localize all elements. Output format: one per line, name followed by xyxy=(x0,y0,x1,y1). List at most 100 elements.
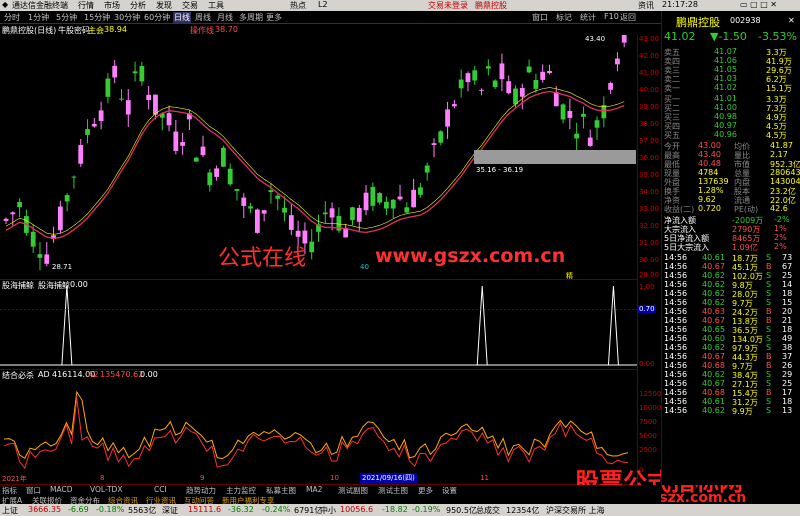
tick-side: B xyxy=(766,388,772,397)
tick-count: 67 xyxy=(782,262,793,271)
menu-redian[interactable]: 热点 xyxy=(290,0,306,11)
zx-pct: -0.19% xyxy=(412,505,441,514)
market-status-bar: 上证 3666.35 -6.69 -0.18% 5563亿 深证 15111.6… xyxy=(0,504,800,516)
menu-hangqing[interactable]: 行情 xyxy=(78,0,94,11)
combo-pane[interactable]: 结合必杀 AD 416114.00 A2 135470.62 0.00 2021… xyxy=(0,370,637,485)
flow-row[interactable]: 5日大宗流入 1.09亿 2% xyxy=(662,242,800,252)
period-daily[interactable]: 日线 xyxy=(173,12,191,23)
bid-price: 41.00 xyxy=(714,103,737,112)
price-axis: 43.00 42.00 41.00 40.00 39.00 38.00 37.0… xyxy=(637,35,661,280)
tick-side: S xyxy=(766,334,772,343)
window-controls[interactable]: ▭ ▢ □ ✕ xyxy=(740,0,777,9)
zx-amount: 950.5亿 xyxy=(446,506,477,515)
candle-body xyxy=(30,231,36,247)
menu-fenxi[interactable]: 分析 xyxy=(130,0,146,11)
tick-time: 14:56 xyxy=(664,406,688,415)
ask-vol: 15.1万 xyxy=(766,84,792,93)
stat-value: 137639 xyxy=(698,177,729,186)
tool-mark[interactable]: 标记 xyxy=(556,12,572,23)
period-30min[interactable]: 30分钟 xyxy=(114,12,140,23)
period-1min[interactable]: 1分钟 xyxy=(28,12,49,23)
candle-body xyxy=(17,201,22,208)
period-5min[interactable]: 5分钟 xyxy=(56,12,77,23)
period-60min[interactable]: 60分钟 xyxy=(144,12,170,23)
candle-body xyxy=(404,207,410,213)
tool-window[interactable]: 窗口 xyxy=(532,12,548,23)
period-fenshi[interactable]: 分时 xyxy=(4,12,20,23)
candle-body xyxy=(587,137,593,146)
candle-body xyxy=(431,143,437,145)
tick-time: 14:56 xyxy=(664,307,688,316)
candle-body xyxy=(166,113,172,126)
stat-row[interactable]: 收益(二) 0.720 PE(动) 42.6 xyxy=(662,204,800,214)
menu-gongju[interactable]: 工具 xyxy=(208,0,224,11)
sz-change: -36.32 xyxy=(228,505,254,514)
whale-spike xyxy=(61,285,73,366)
candle-body xyxy=(3,218,9,221)
axis-tick: 0.70 xyxy=(638,305,656,313)
period-monthly[interactable]: 月线 xyxy=(217,12,233,23)
candle-body xyxy=(513,88,518,105)
candle-body xyxy=(98,110,104,121)
indicator-tab[interactable]: MACD xyxy=(50,485,72,494)
sz-label[interactable]: 深证 xyxy=(162,505,178,516)
axis-tick: 40.00 xyxy=(639,86,660,94)
year-label: 2021年 xyxy=(2,475,27,483)
tool-f10[interactable]: F10 xyxy=(604,12,619,21)
a2-line xyxy=(3,397,629,470)
tick-side: S xyxy=(766,253,772,262)
tick-time: 14:56 xyxy=(664,352,688,361)
trade-status[interactable]: 交易未登录 xyxy=(428,0,468,11)
whale-pane[interactable]: 股海捕鲸 股海捕鲸 0.00 xyxy=(0,280,637,370)
tick-time: 14:56 xyxy=(664,379,688,388)
candle-body xyxy=(451,104,457,107)
tool-back[interactable]: 返回 xyxy=(620,12,636,23)
candle-body xyxy=(363,192,369,211)
candle-body xyxy=(261,210,267,214)
candle-body xyxy=(581,113,586,117)
high-label: 43.40 xyxy=(585,35,606,43)
period-15min[interactable]: 15分钟 xyxy=(84,12,110,23)
bid-row[interactable]: 买五 40.96 4.5万 xyxy=(662,130,800,140)
axis-tick: 5000 xyxy=(639,432,657,440)
ask-row[interactable]: 卖一 41.02 15.1万 xyxy=(662,83,800,93)
tick-count: 17 xyxy=(782,388,793,397)
axis-tick: 33.00 xyxy=(639,205,660,213)
date-cursor: 2021/09/16(四) xyxy=(360,473,417,483)
stat-label2: PE(动) xyxy=(734,205,759,214)
tick-row[interactable]: 14:56 40.62 9.9万 S 13 xyxy=(662,406,800,416)
ask-price: 41.02 xyxy=(714,83,737,92)
tick-side: S xyxy=(766,370,772,379)
indicator-tab[interactable]: VOL-TDX xyxy=(90,485,122,494)
candle-body xyxy=(10,212,16,215)
sh-value: 3666.35 xyxy=(28,505,62,514)
tick-side: S xyxy=(766,406,772,415)
zx-label[interactable]: 中小 xyxy=(320,505,336,516)
indicator-tab[interactable]: MA2 xyxy=(306,485,322,494)
tool-stats[interactable]: 统计 xyxy=(580,12,596,23)
axis-tick: 29.00 xyxy=(639,271,660,279)
flow-pct: 1% xyxy=(774,224,787,233)
period-multi[interactable]: 多周期 xyxy=(239,12,263,23)
close-icon[interactable]: ✕ xyxy=(788,16,795,25)
candle-body xyxy=(119,98,124,100)
menu-jiaoyi[interactable]: 交易 xyxy=(182,0,198,11)
ind-value-1: 38.94 xyxy=(104,25,127,34)
tick-count: 25 xyxy=(782,271,793,280)
app-title: 通达信金融终端 xyxy=(12,1,68,10)
period-weekly[interactable]: 周线 xyxy=(195,12,211,23)
tick-count: 15 xyxy=(782,298,793,307)
period-more[interactable]: 更多 xyxy=(266,12,282,23)
menu-zixun[interactable]: 资讯 xyxy=(638,0,654,11)
menu-l2[interactable]: L2 xyxy=(318,0,328,9)
axis-tick: 36.00 xyxy=(639,154,660,162)
candle-body xyxy=(139,66,145,82)
tick-side: B xyxy=(766,361,772,370)
tick-count: 38 xyxy=(782,343,793,352)
menu-shichang[interactable]: 市场 xyxy=(104,0,120,11)
sh-label[interactable]: 上证 xyxy=(2,505,18,516)
candle-body xyxy=(282,207,287,213)
menu-faxian[interactable]: 发现 xyxy=(156,0,172,11)
candle-body xyxy=(329,208,335,218)
indicator-tab[interactable]: CCI xyxy=(154,485,167,494)
